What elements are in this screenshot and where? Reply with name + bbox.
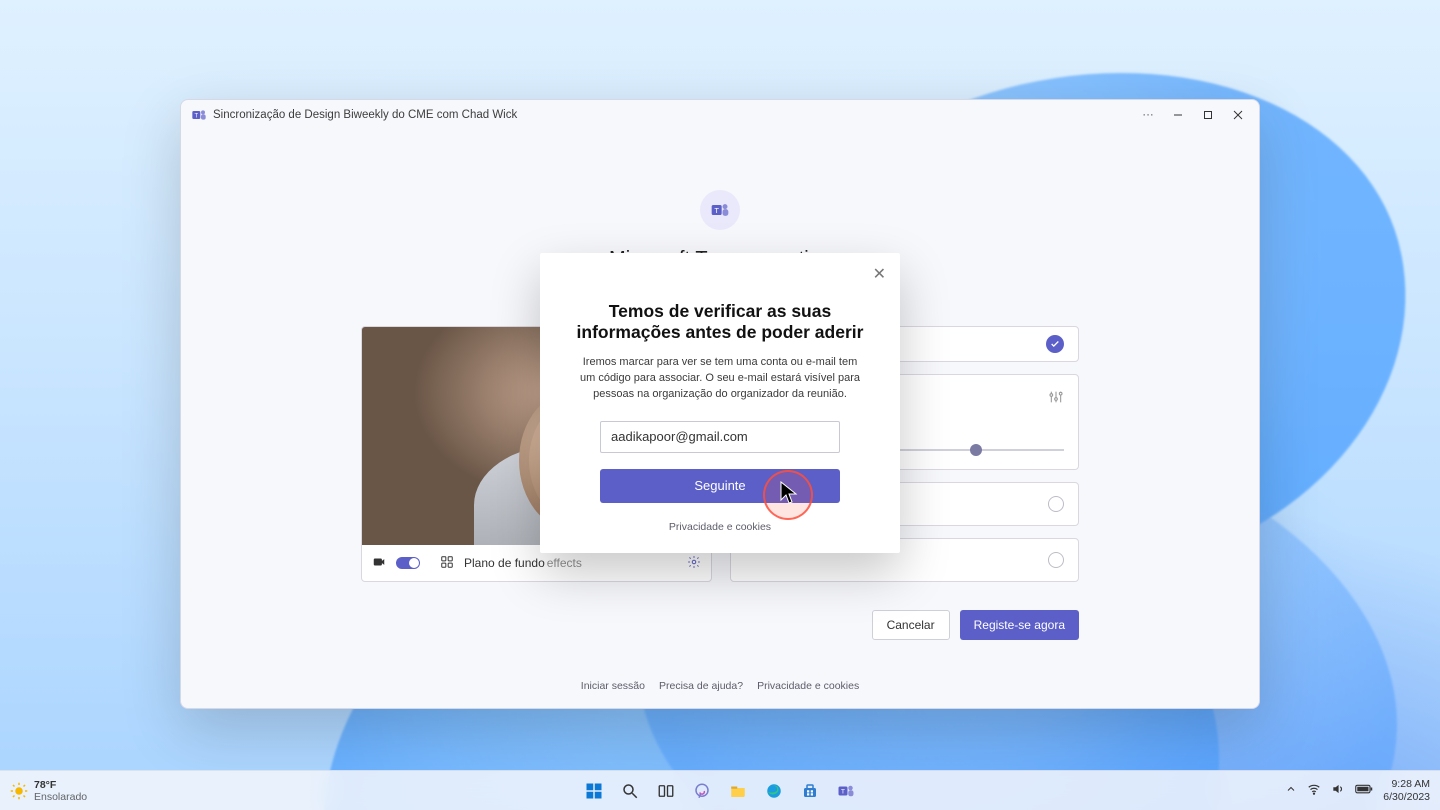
clock-date: 6/30/2023 bbox=[1383, 791, 1430, 803]
footer-links: Iniciar sessão Precisa de ajuda? Privaci… bbox=[181, 680, 1259, 692]
sliders-icon[interactable] bbox=[1048, 389, 1064, 410]
volume-icon[interactable] bbox=[1331, 782, 1345, 799]
verify-info-dialog: ✕ Temos de verificar as suas informações… bbox=[540, 253, 900, 553]
weather-desc: Ensolarado bbox=[34, 791, 87, 803]
search-button[interactable] bbox=[616, 777, 644, 805]
volume-slider-thumb[interactable] bbox=[970, 444, 982, 456]
chevron-up-icon[interactable] bbox=[1285, 783, 1297, 798]
taskbar-systray[interactable]: 9:28 AM 6/30/2023 bbox=[1285, 778, 1430, 802]
dialog-description: Iremos marcar para ver se tem uma conta … bbox=[575, 355, 865, 403]
radio-unselected-icon[interactable] bbox=[1048, 552, 1064, 568]
svg-text:T: T bbox=[194, 113, 198, 119]
need-help-link[interactable]: Precisa de ajuda? bbox=[659, 680, 743, 692]
camera-toggle[interactable] bbox=[396, 557, 420, 569]
taskbar-weather-widget[interactable]: 78°F Ensolarado bbox=[10, 779, 87, 803]
svg-text:T: T bbox=[841, 788, 845, 795]
checkmark-selected-icon bbox=[1046, 335, 1064, 353]
email-input[interactable] bbox=[600, 421, 840, 453]
register-now-button[interactable]: Registe-se agora bbox=[960, 610, 1079, 640]
privacy-link[interactable]: Privacidade e cookies bbox=[757, 680, 859, 692]
next-button[interactable]: Seguinte bbox=[600, 469, 840, 503]
taskbar-clock[interactable]: 9:28 AM 6/30/2023 bbox=[1383, 778, 1430, 802]
dialog-close-icon[interactable]: ✕ bbox=[873, 267, 886, 283]
minimize-button[interactable] bbox=[1163, 100, 1193, 130]
maximize-button[interactable] bbox=[1193, 100, 1223, 130]
dialog-privacy-link[interactable]: Privacidade e cookies bbox=[564, 521, 876, 533]
microsoft-store-button[interactable] bbox=[796, 777, 824, 805]
background-filters-icon bbox=[440, 555, 454, 572]
chat-button[interactable] bbox=[688, 777, 716, 805]
more-button[interactable]: ··· bbox=[1133, 100, 1163, 130]
window-title: Sincronização de Design Biweekly do CME … bbox=[213, 109, 517, 121]
file-explorer-button[interactable] bbox=[724, 777, 752, 805]
edge-browser-button[interactable] bbox=[760, 777, 788, 805]
clock-time: 9:28 AM bbox=[1383, 778, 1430, 790]
dialog-title: Temos de verificar as suas informações a… bbox=[564, 301, 876, 343]
desktop-wallpaper: T Sincronização de Design Biweekly do CM… bbox=[0, 0, 1440, 810]
wifi-icon[interactable] bbox=[1307, 782, 1321, 799]
svg-text:T: T bbox=[714, 206, 719, 215]
task-view-button[interactable] bbox=[652, 777, 680, 805]
action-row: Cancelar Registe-se agora bbox=[361, 610, 1079, 640]
background-effects-label[interactable]: Plano de fundoeffects bbox=[464, 556, 582, 570]
teams-taskbar-button[interactable]: T bbox=[832, 777, 860, 805]
start-button[interactable] bbox=[580, 777, 608, 805]
weather-temp: 78°F bbox=[34, 779, 87, 791]
cancel-button[interactable]: Cancelar bbox=[872, 610, 950, 640]
camera-icon bbox=[372, 555, 386, 572]
battery-icon[interactable] bbox=[1355, 783, 1373, 798]
weather-sunny-icon bbox=[10, 782, 28, 800]
window-titlebar[interactable]: T Sincronização de Design Biweekly do CM… bbox=[181, 100, 1259, 130]
windows-taskbar[interactable]: 78°F Ensolarado bbox=[0, 770, 1440, 810]
teams-logo-icon: T bbox=[700, 190, 740, 230]
sign-in-link[interactable]: Iniciar sessão bbox=[581, 680, 645, 692]
settings-gear-icon[interactable] bbox=[687, 555, 701, 572]
teams-app-icon: T bbox=[191, 107, 207, 123]
close-button[interactable] bbox=[1223, 100, 1253, 130]
taskbar-center-apps: T bbox=[580, 777, 860, 805]
radio-unselected-icon[interactable] bbox=[1048, 496, 1064, 512]
